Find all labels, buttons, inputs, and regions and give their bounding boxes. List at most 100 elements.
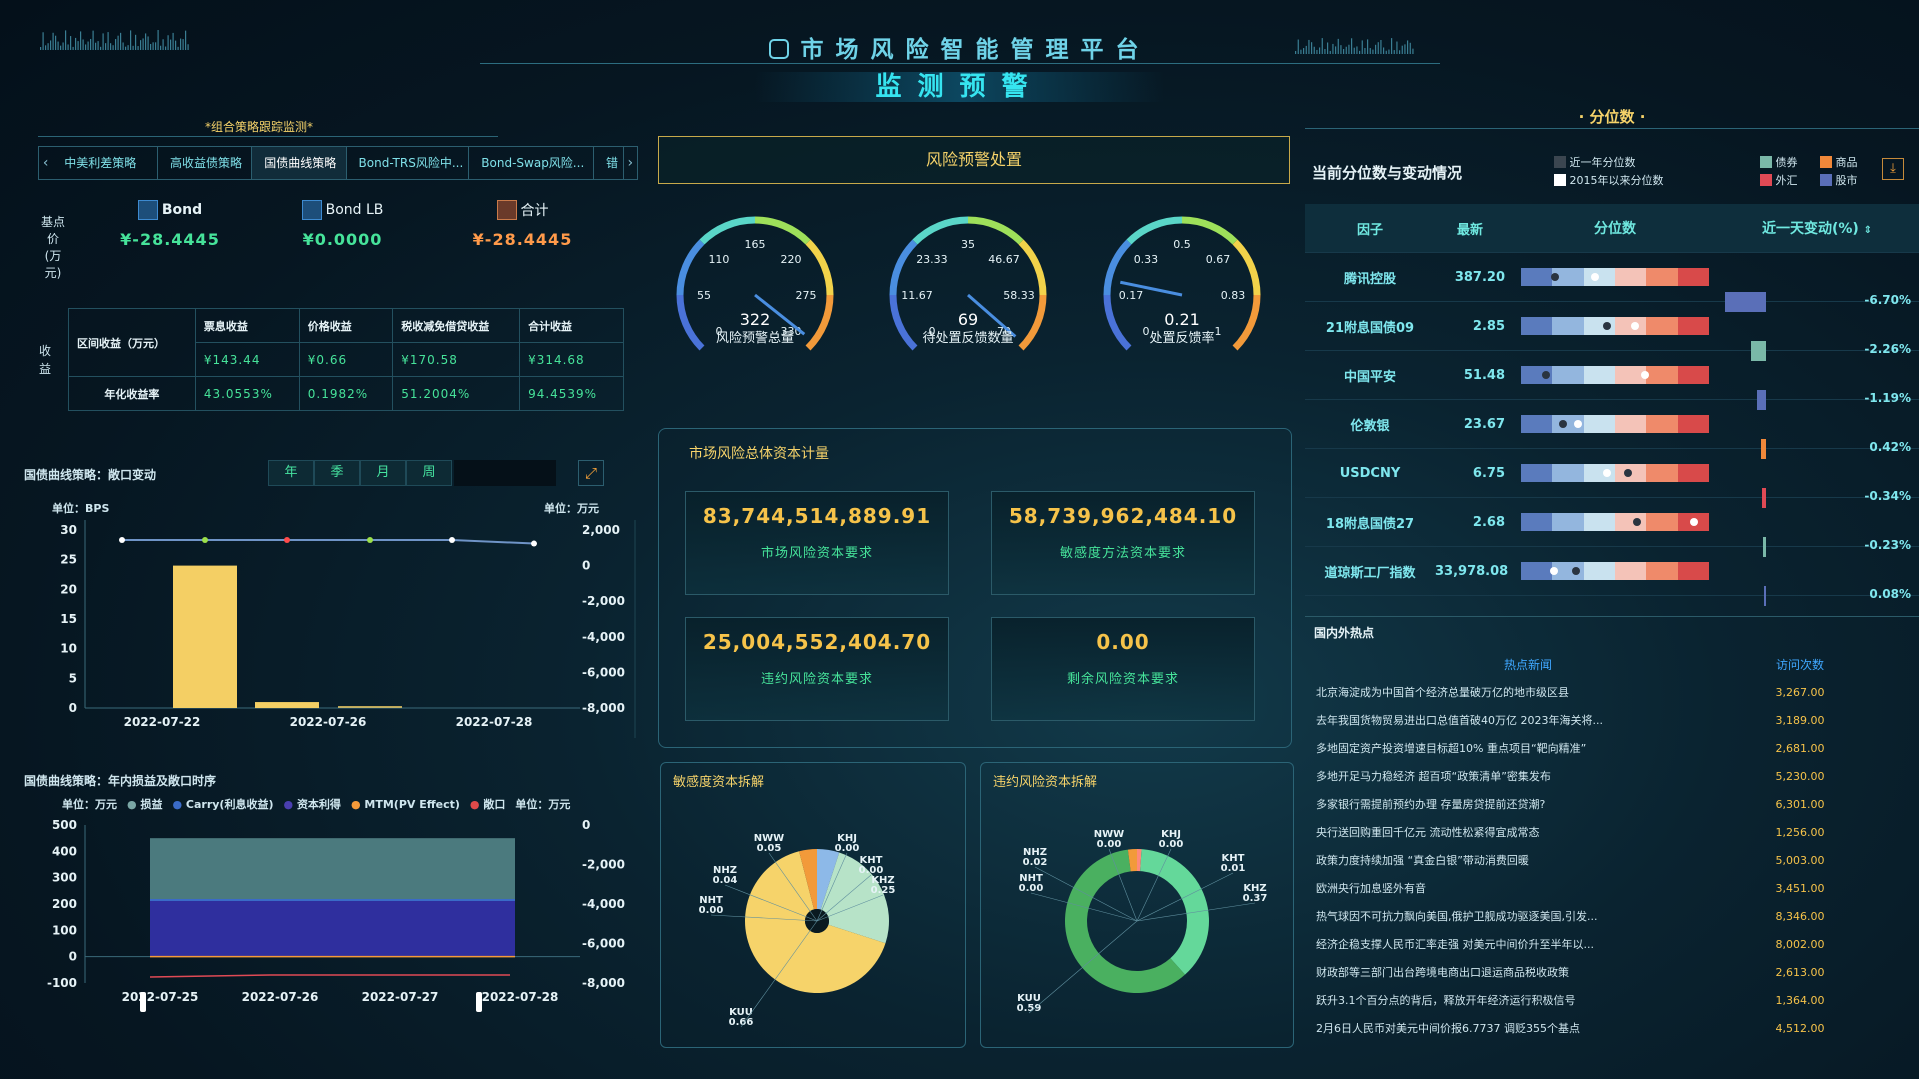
pie-value: 0.37 bbox=[1243, 893, 1268, 904]
news-headline: 多家银行需提前预约办理 存量房贷提前还贷潮? bbox=[1316, 798, 1546, 811]
gauge-segment bbox=[967, 216, 1024, 245]
news-item[interactable]: 2月6日人民币对美元中间价报6.7737 调贬355个基点 4,512.00 bbox=[1310, 1014, 1910, 1042]
download-icon[interactable]: ⤓ bbox=[1882, 158, 1904, 180]
news-headline: 2月6日人民币对美元中间价报6.7737 调贬355个基点 bbox=[1316, 1022, 1580, 1035]
y-tick-label: 25 bbox=[60, 553, 77, 567]
change-bar bbox=[1762, 488, 1766, 508]
bond-icon bbox=[137, 200, 158, 220]
tab-strategy-4[interactable]: Bond-TRS风险中... bbox=[347, 147, 470, 179]
period-week[interactable]: 周 bbox=[406, 460, 452, 486]
tab-strategy-6[interactable]: 错 bbox=[594, 147, 624, 179]
quantile-dot-1y bbox=[1541, 371, 1550, 379]
news-headline: 政策力度持续加强 “真金白银”带动消费回暖 bbox=[1316, 854, 1529, 867]
x-tick-label: 2022-07-26 bbox=[290, 715, 367, 729]
news-item[interactable]: 多家银行需提前预约办理 存量房贷提前还贷潮? 6,301.00 bbox=[1310, 790, 1910, 818]
factor-name: USDCNY bbox=[1339, 465, 1401, 481]
gauge-label: 处置反馈率 bbox=[1149, 330, 1214, 346]
divider bbox=[1305, 616, 1919, 617]
col-latest: 最新 bbox=[1456, 222, 1483, 238]
income-cell: ¥314.68 bbox=[519, 342, 624, 377]
news-item[interactable]: 政策力度持续加强 “真金白银”带动消费回暖 5,003.00 bbox=[1310, 846, 1910, 874]
tab-next-arrow[interactable]: › bbox=[624, 147, 637, 179]
news-headline: 跃升3.1个百分点的背后，释放开年经济运行积极信号 bbox=[1316, 994, 1576, 1007]
income-cell: ¥170.58 bbox=[392, 342, 521, 377]
quantile-header-row: 因子 最新 分位数 近一天变动(%) ⇕ bbox=[1305, 204, 1919, 253]
income-row-label: 年化收益率 bbox=[68, 376, 196, 411]
gauge-tick-label: 0 bbox=[1142, 325, 1149, 338]
factor-latest: 6.75 bbox=[1472, 465, 1505, 481]
gauge-value: 0.21 bbox=[1164, 310, 1200, 329]
tab-strategy-3[interactable]: 国债曲线策略 bbox=[252, 147, 347, 179]
news-item[interactable]: 热气球因不可抗力飘向美国,俄护卫舰成功驱逐美国,引发... 8,346.00 bbox=[1310, 902, 1910, 930]
news-item[interactable]: 北京海淀成为中国首个经济总量破万亿的地市级区县 3,267.00 bbox=[1310, 678, 1910, 706]
news-item[interactable]: 多地固定资产投资增速目标超10% 重点项目“靶向精准” 2,681.00 bbox=[1310, 734, 1910, 762]
basis-label: 基点价(万元) bbox=[40, 215, 65, 280]
quantile-bar bbox=[1515, 415, 1715, 433]
gauge-tick-label: 23.33 bbox=[916, 253, 948, 266]
y-tick-label: 10 bbox=[60, 642, 77, 656]
income-cell: 51.2004% bbox=[392, 376, 521, 411]
quantile-row[interactable]: 中国平安 51.48 -1.19% bbox=[1305, 351, 1919, 410]
monitor-title: *组合策略跟踪监测* bbox=[205, 120, 314, 134]
news-item[interactable]: 财政部等三部门出台跨境电商出口退运商品税收政策 2,613.00 bbox=[1310, 958, 1910, 986]
quantile-row[interactable]: 21附息国债09 2.85 -2.26% bbox=[1305, 302, 1919, 361]
pie-value: 0.00 bbox=[1159, 839, 1184, 850]
income-cell: 0.1982% bbox=[298, 376, 394, 411]
tab-strategy-2[interactable]: 高收益债策略 bbox=[158, 147, 253, 179]
quantile-dot-2015 bbox=[1549, 567, 1558, 575]
gauge-tick-label: 165 bbox=[745, 238, 766, 251]
change-value: -2.26% bbox=[1864, 342, 1911, 356]
news-item[interactable]: 经济企稳支撑人民币汇率走强 对美元中间价升至半年以... 8,002.00 bbox=[1310, 930, 1910, 958]
gauge-tick-label: 46.67 bbox=[988, 253, 1020, 266]
pie-value: 0.66 bbox=[729, 1017, 754, 1028]
chart1-unit-right: 单位：万元 bbox=[544, 502, 599, 515]
news-headline: 欧洲央行加息竖外有音 bbox=[1316, 882, 1426, 895]
expand-icon[interactable]: ⤢ bbox=[578, 460, 604, 486]
gauge-tick-label: 55 bbox=[697, 289, 711, 302]
y-tick-label: 500 bbox=[52, 818, 77, 832]
y-tick-label: 0 bbox=[69, 701, 77, 715]
income-head-3: 税收减免借贷收益 bbox=[392, 308, 521, 343]
pie-slice bbox=[1140, 849, 1209, 975]
quantile-dot-1y bbox=[1623, 469, 1632, 477]
quantile-dot-2015 bbox=[1602, 469, 1611, 477]
tab-prev-arrow[interactable]: ‹ bbox=[39, 147, 52, 179]
y-tick-label: 300 bbox=[52, 871, 77, 885]
quantile-row[interactable]: USDCNY 6.75 -0.34% bbox=[1305, 449, 1919, 508]
y-tick-label: 0 bbox=[69, 950, 77, 964]
news-item[interactable]: 跃升3.1个百分点的背后，释放开年经济运行积极信号 1,364.00 bbox=[1310, 986, 1910, 1014]
page-title: 市场风险智能管理平台 bbox=[0, 30, 1919, 64]
gauge-tick-label: 220 bbox=[781, 253, 802, 266]
tab-strategy-1[interactable]: 中美利差策略 bbox=[52, 147, 158, 179]
gauge-value: 69 bbox=[958, 310, 978, 329]
exposure-point bbox=[119, 537, 125, 543]
quantile-legend-left: 近一年分位数 2015年以来分位数 bbox=[1554, 154, 1664, 190]
news-item[interactable]: 去年我国货物贸易进出口总值首破40万亿 2023年海关将... 3,189.00 bbox=[1310, 706, 1910, 734]
income-head-4: 合计收益 bbox=[519, 308, 624, 343]
period-month[interactable]: 月 bbox=[360, 460, 406, 486]
legend-item: ● 损益 bbox=[127, 798, 163, 811]
change-value: 0.08% bbox=[1869, 587, 1911, 601]
x-tick-label: 2022-07-28 bbox=[482, 990, 559, 1004]
news-item[interactable]: 多地开足马力稳经济 超百项“政策清单”密集发布 5,230.00 bbox=[1310, 762, 1910, 790]
exposure-bar bbox=[255, 702, 319, 709]
period-year[interactable]: 年 bbox=[268, 460, 314, 486]
news-headline: 经济企稳支撑人民币汇率走强 对美元中间价升至半年以... bbox=[1316, 938, 1594, 951]
factor-latest: 387.20 bbox=[1454, 269, 1505, 285]
range-handle-right bbox=[476, 992, 482, 1012]
quantile-row[interactable]: 伦敦银 23.67 0.42% bbox=[1305, 400, 1919, 459]
pnl-area bbox=[150, 838, 515, 901]
capital-panel: 市场风险总体资本计量 83,744,514,889.91 市场风险资本要求 58… bbox=[658, 428, 1292, 748]
factor-name: 道琼斯工厂指数 bbox=[1324, 565, 1416, 581]
quantile-row[interactable]: 道琼斯工厂指数 33,978.08 0.08% bbox=[1305, 547, 1919, 606]
period-quarter[interactable]: 季 bbox=[314, 460, 360, 486]
gauge-tick-label: 110 bbox=[708, 253, 729, 266]
change-value: -0.23% bbox=[1864, 538, 1911, 552]
col-change[interactable]: 近一天变动(%) ⇕ bbox=[1715, 218, 1919, 238]
quantile-row[interactable]: 18附息国债27 2.68 -0.23% bbox=[1305, 498, 1919, 557]
news-item[interactable]: 欧洲央行加息竖外有音 3,451.00 bbox=[1310, 874, 1910, 902]
quantile-row[interactable]: 腾讯控股 387.20 -6.70% bbox=[1305, 253, 1919, 312]
news-item[interactable]: 央行送回购重回千亿元 流动性松紧得宜成常态 1,256.00 bbox=[1310, 818, 1910, 846]
tab-strategy-5[interactable]: Bond-Swap风险... bbox=[469, 147, 594, 179]
news-visits: 8,346.00 bbox=[1775, 909, 1825, 923]
